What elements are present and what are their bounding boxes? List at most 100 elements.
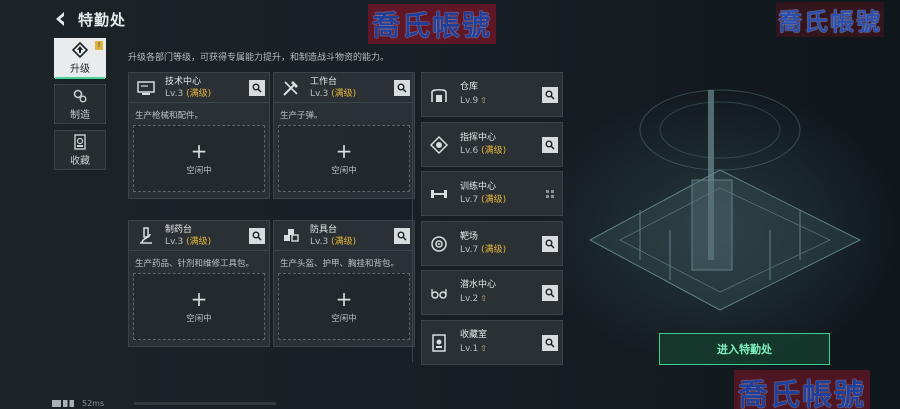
- production-slot[interactable]: + 空闲中: [278, 125, 410, 192]
- facility-info: 生产枪械和配件。: [135, 111, 204, 121]
- facility-name: 训练中心: [460, 181, 497, 192]
- facility-info: 生产子弹。: [280, 111, 323, 121]
- max-level-tag: (满级): [481, 145, 507, 156]
- page-description: 升级各部门等级，可获得专属能力提升，和制造战斗物资的能力。: [128, 53, 390, 63]
- facility-level: Lv.7: [460, 194, 479, 205]
- facility-name: 技术中心: [165, 76, 202, 87]
- search-button[interactable]: [542, 86, 558, 103]
- page-title: 特勤处: [78, 10, 127, 29]
- search-button[interactable]: [542, 334, 558, 351]
- search-icon: [545, 140, 555, 150]
- search-button[interactable]: [542, 136, 558, 153]
- facility-level: Lv.2: [460, 294, 479, 304]
- production-slot[interactable]: + 空闲中: [278, 273, 410, 340]
- plus-icon: +: [335, 286, 353, 311]
- facility-row-warehouse[interactable]: 仓库 Lv.9 ⇧: [421, 72, 563, 117]
- facility-name: 防具台: [310, 224, 338, 235]
- search-button[interactable]: [249, 227, 265, 244]
- nav-item-collection[interactable]: 收藏: [54, 130, 106, 170]
- warehouse-icon: [426, 82, 452, 108]
- facility-row-collection-room[interactable]: 收藏室 Lv.1 ⇧: [421, 320, 563, 365]
- facility-name: 制药台: [165, 224, 193, 235]
- dumbbell-icon: [426, 181, 452, 207]
- search-button[interactable]: [394, 79, 410, 96]
- page-header: 特勤处: [52, 6, 126, 32]
- collection-icon: [74, 133, 86, 150]
- network-status: 52ms: [52, 399, 104, 408]
- slot-status: 空闲中: [331, 313, 357, 324]
- grid-icon: [546, 189, 554, 198]
- signal-icon: [52, 400, 74, 407]
- facility-name: 仓库: [460, 82, 479, 92]
- locked-button[interactable]: [542, 186, 558, 202]
- max-level-tag: (满级): [186, 236, 212, 247]
- search-icon: [252, 83, 262, 93]
- facility-row-shooting-range[interactable]: 靶场 Lv.7 (满级): [421, 221, 563, 266]
- armor-icon: [278, 224, 304, 248]
- facility-card-workbench[interactable]: 工作台 Lv.3 (满级) 生产子弹。 + 空闲中: [273, 72, 415, 199]
- scroll-bar[interactable]: [134, 402, 276, 405]
- facility-card-armor-bench[interactable]: 防具台 Lv.3 (满级) 生产头盔、护甲、胸挂和背包。 + 空闲中: [273, 220, 415, 347]
- plus-icon: +: [190, 286, 208, 311]
- plus-icon: +: [335, 138, 353, 163]
- production-slot[interactable]: + 空闲中: [133, 273, 265, 340]
- upgrade-available-icon: ⇧: [480, 96, 487, 105]
- microscope-icon: [133, 224, 159, 248]
- facility-level: Lv.3: [165, 236, 184, 247]
- search-button[interactable]: [542, 235, 558, 252]
- facility-level: Lv.7: [460, 244, 479, 255]
- monitor-icon: [133, 76, 159, 100]
- facility-level: Lv.6: [460, 145, 479, 156]
- search-icon: [545, 239, 555, 249]
- facility-level: Lv.1: [460, 344, 479, 354]
- facility-name: 指挥中心: [460, 132, 497, 143]
- notification-badge: !: [95, 41, 103, 50]
- search-icon: [252, 231, 262, 241]
- facility-level: Lv.3: [165, 88, 184, 99]
- slot-status: 空闲中: [186, 165, 212, 176]
- nav-item-upgrade[interactable]: ! 升级: [54, 38, 106, 79]
- max-level-tag: (满级): [481, 244, 507, 255]
- nav-label: 升级: [70, 63, 90, 75]
- facility-name: 潜水中心: [460, 280, 497, 290]
- plus-icon: +: [190, 138, 208, 163]
- slot-status: 空闲中: [186, 313, 212, 324]
- production-slot[interactable]: + 空闲中: [133, 125, 265, 192]
- search-button[interactable]: [394, 227, 410, 244]
- max-level-tag: (满级): [186, 88, 212, 99]
- nav-item-manufacture[interactable]: 制造: [54, 84, 106, 124]
- nav-label: 制造: [70, 109, 90, 121]
- facility-info: 生产头盔、护甲、胸挂和背包。: [280, 259, 400, 269]
- upgrade-available-icon: ⇧: [480, 344, 487, 353]
- facility-level: Lv.3: [310, 88, 329, 99]
- watermark: 喬氏帳號: [368, 4, 497, 44]
- divider: [412, 74, 413, 362]
- back-arrow-icon[interactable]: [52, 10, 70, 28]
- diving-icon: [426, 280, 452, 306]
- slot-status: 空闲中: [331, 165, 357, 176]
- upgrade-available-icon: ⇧: [480, 294, 487, 303]
- search-icon: [397, 231, 407, 241]
- search-icon: [397, 83, 407, 93]
- tools-icon: [278, 76, 304, 100]
- facility-row-training-center[interactable]: 训练中心 Lv.7 (满级): [421, 171, 563, 216]
- search-button[interactable]: [542, 284, 558, 301]
- search-button[interactable]: [249, 79, 265, 96]
- watermark: 喬氏帳號: [776, 2, 884, 37]
- facility-row-command-center[interactable]: 指挥中心 Lv.6 (满级): [421, 122, 563, 167]
- facility-level: Lv.9: [460, 96, 479, 106]
- facility-card-pharmacy[interactable]: 制药台 Lv.3 (满级) 生产药品、针剂和维修工具包。 + 空闲中: [128, 220, 270, 347]
- base-illustration: [588, 89, 862, 311]
- max-level-tag: (满级): [481, 194, 507, 205]
- nav-label: 收藏: [70, 155, 90, 167]
- search-icon: [545, 338, 555, 348]
- facility-card-tech-center[interactable]: 技术中心 Lv.3 (满级) 生产枪械和配件。 + 空闲中: [128, 72, 270, 199]
- facility-row-diving-center[interactable]: 潜水中心 Lv.2 ⇧: [421, 270, 563, 315]
- command-icon: [426, 132, 452, 158]
- facility-level: Lv.3: [310, 236, 329, 247]
- target-icon: [426, 231, 452, 257]
- ping-value: 52ms: [82, 399, 105, 408]
- enter-special-ops-button[interactable]: 进入特勤处: [659, 333, 830, 365]
- search-icon: [545, 90, 555, 100]
- facility-name: 工作台: [310, 76, 338, 87]
